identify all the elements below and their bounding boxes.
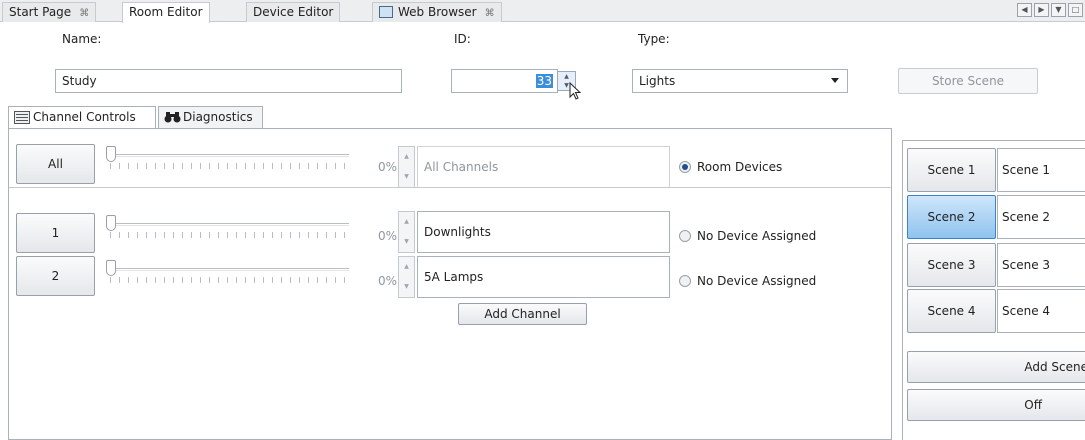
binoculars-icon <box>164 112 181 123</box>
radio-label: No Device Assigned <box>697 229 817 243</box>
type-value: Lights <box>639 74 676 88</box>
id-field[interactable]: 33 <box>451 69 558 93</box>
all-channels-slider[interactable] <box>106 146 349 176</box>
spin-down-icon[interactable]: ▼ <box>399 277 414 297</box>
spin-up-icon[interactable]: ▲ <box>399 257 414 277</box>
close-tab-icon[interactable]: ⌘ <box>485 8 495 19</box>
spin-up-icon[interactable]: ▲ <box>558 72 575 81</box>
channel-controls-panel: All 0% ▲ ▼ All Channels Room Devices 1 0… <box>8 128 892 440</box>
channel-1-stepper[interactable]: ▲ ▼ <box>398 211 415 253</box>
spin-up-icon[interactable]: ▲ <box>399 212 414 232</box>
channel-2-percent: 0% <box>377 274 397 288</box>
browser-icon <box>379 6 393 18</box>
all-channels-percent: 0% <box>377 160 397 174</box>
tab-label: Device Editor <box>253 5 334 19</box>
tab-label: Web Browser <box>398 5 477 19</box>
room-devices-radio[interactable]: Room Devices <box>679 160 782 174</box>
tab-label: Start Page <box>9 5 72 19</box>
slider-thumb[interactable] <box>106 146 116 162</box>
tab-label: Channel Controls <box>33 110 136 124</box>
scroll-left-icon[interactable]: ◀ <box>1017 3 1032 17</box>
scenes-panel: Scene 1 Scene 1 Scene 2 Scene 2 Scene 3 … <box>902 140 1085 440</box>
channel-2-name[interactable]: 5A Lamps <box>417 256 670 298</box>
slider-thumb[interactable] <box>106 260 116 276</box>
spin-down-icon[interactable]: ▼ <box>399 232 414 252</box>
tab-start-page[interactable]: Start Page ⌘ <box>2 2 97 22</box>
channel-1-name[interactable]: Downlights <box>417 211 670 253</box>
off-button[interactable]: Off <box>907 389 1085 421</box>
type-dropdown[interactable]: Lights <box>632 69 848 93</box>
divider <box>9 187 891 188</box>
type-label: Type: <box>638 32 670 46</box>
id-label: ID: <box>454 32 471 46</box>
scene-4-name[interactable]: Scene 4 <box>997 289 1085 333</box>
id-value: 33 <box>535 74 553 88</box>
radio-unselected-icon <box>679 275 691 287</box>
tab-channel-controls[interactable]: Channel Controls <box>8 106 156 128</box>
spin-up-icon[interactable]: ▲ <box>399 147 414 167</box>
tab-web-browser[interactable]: Web Browser ⌘ <box>372 2 502 22</box>
radio-label: Room Devices <box>697 160 783 174</box>
tab-diagnostics[interactable]: Diagnostics <box>158 106 263 128</box>
tab-label: Room Editor <box>129 5 203 19</box>
scene-3-name[interactable]: Scene 3 <box>997 243 1085 287</box>
all-channels-stepper[interactable]: ▲ ▼ <box>398 146 415 188</box>
scroll-right-icon[interactable]: ▶ <box>1034 3 1049 17</box>
channel-1-slider[interactable] <box>106 215 349 245</box>
panel-icon <box>14 111 30 124</box>
tab-room-editor[interactable]: Room Editor <box>122 2 210 23</box>
all-channels-button[interactable]: All <box>16 144 95 184</box>
scene-4-button[interactable]: Scene 4 <box>907 289 996 333</box>
add-channel-button[interactable]: Add Channel <box>458 303 587 325</box>
store-scene-button[interactable]: Store Scene <box>898 68 1038 94</box>
name-label: Name: <box>62 32 102 46</box>
mouse-cursor-icon <box>569 82 582 100</box>
all-channels-name: All Channels <box>417 146 670 188</box>
scene-3-button[interactable]: Scene 3 <box>907 243 996 287</box>
channel-2-slider[interactable] <box>106 260 349 290</box>
tab-list-dropdown-icon[interactable]: ▼ <box>1051 3 1066 17</box>
document-tab-bar: Start Page ⌘ Room Editor Device Editor We… <box>0 0 1085 23</box>
scene-2-name[interactable]: Scene 2 <box>997 195 1085 239</box>
close-tab-icon[interactable]: ⌘ <box>79 8 89 19</box>
scene-1-button[interactable]: Scene 1 <box>907 148 996 192</box>
window-controls: ◀ ▶ ▼ □ <box>1015 3 1083 17</box>
maximize-icon[interactable]: □ <box>1068 3 1083 17</box>
channel-1-button[interactable]: 1 <box>16 213 95 253</box>
channel-2-device-radio[interactable]: No Device Assigned <box>679 274 816 288</box>
channel-2-button[interactable]: 2 <box>16 256 95 296</box>
channel-2-stepper[interactable]: ▲ ▼ <box>398 256 415 298</box>
radio-label: No Device Assigned <box>697 274 817 288</box>
slider-thumb[interactable] <box>106 215 116 231</box>
name-field[interactable]: Study <box>55 69 402 93</box>
tab-label: Diagnostics <box>183 110 253 124</box>
scene-1-name[interactable]: Scene 1 <box>997 148 1085 192</box>
tab-device-editor[interactable]: Device Editor <box>246 2 341 22</box>
radio-selected-icon <box>679 161 691 173</box>
radio-unselected-icon <box>679 230 691 242</box>
channel-1-device-radio[interactable]: No Device Assigned <box>679 229 816 243</box>
spin-down-icon[interactable]: ▼ <box>399 167 414 187</box>
scene-2-button[interactable]: Scene 2 <box>907 195 996 239</box>
chevron-down-icon <box>831 78 839 83</box>
add-scene-button[interactable]: Add Scene <box>907 351 1085 383</box>
channel-1-percent: 0% <box>377 229 397 243</box>
